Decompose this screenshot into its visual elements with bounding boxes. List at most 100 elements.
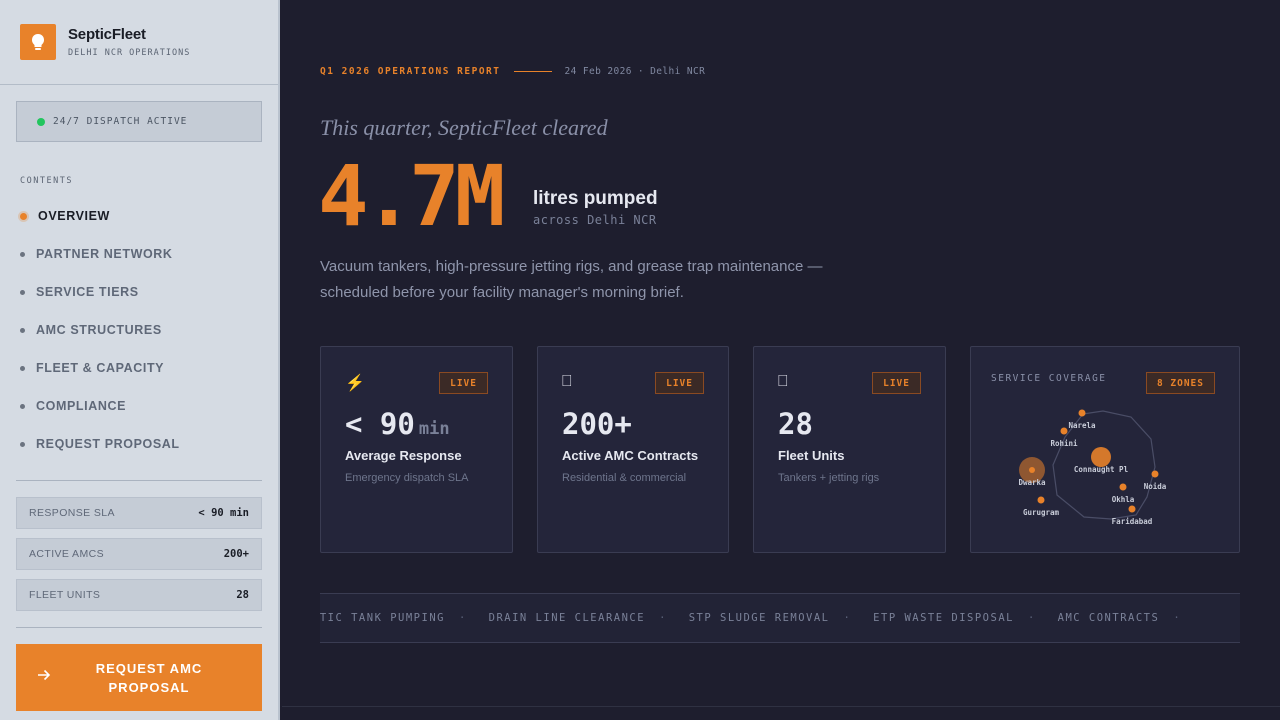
logo[interactable] [20,24,56,60]
nav-item-label: COMPLIANCE [36,399,127,413]
bulb-icon [32,34,44,50]
bullet-icon [20,441,25,447]
ticker-item: STP SLUDGE REMOVAL [688,612,830,624]
metric-unit: min [418,419,450,439]
ticker-item: PTIC TANK PUMPING [320,612,445,624]
sidebar: SepticFleet DELHI NCR OPERATIONS 24/7 DI… [0,0,280,720]
zone-marker-connaught-pl[interactable] [1091,447,1111,467]
zone-label-rohini: Rohini [1050,439,1078,448]
report-divider [513,71,552,72]
sidebar-nav: OVERVIEW PARTNER NETWORK SERVICE TIERS A… [16,197,262,463]
metric-title: Active AMC Contracts [562,448,699,463]
divider [16,627,262,628]
report-meta: 24 Feb 2026 · Delhi NCR [564,66,706,77]
brand-subtitle: DELHI NCR OPERATIONS [68,48,191,58]
report-title: Q1 2026 OPERATIONS REPORT [320,66,501,77]
nav-item-compliance[interactable]: COMPLIANCE [16,387,262,425]
metric-number: < 90 [345,407,415,441]
nav-item-overview[interactable]: OVERVIEW [16,197,262,235]
cta-label: REQUEST AMC PROPOSAL [95,660,203,695]
stat-active-amcs: ACTIVE AMCS 200+ [16,538,262,570]
stat-value: < 90 min [198,507,249,519]
zone-label-connaught-pl: Connaught Pl [1074,465,1128,474]
stat-label: RESPONSE SLA [29,507,115,519]
metric-value: 200+ [562,407,632,441]
main-content: Q1 2026 OPERATIONS REPORT 24 Feb 2026 · … [282,0,1280,720]
hero-number: 4.7M [318,147,505,245]
hero-unit: litres pumped [533,188,658,209]
service-coverage-card: SERVICE COVERAGE 8 ZONES Narela Rohini C… [970,346,1240,553]
ticker-item: AMC CONTRACTS [1057,612,1160,624]
truck-icon: ⎕ [778,373,788,390]
zone-marker-narela[interactable] [1078,409,1086,417]
zone-marker-okhla[interactable] [1119,483,1127,491]
hero-description: Vacuum tankers, high-pressure jetting ri… [320,258,823,301]
services-ticker: PTIC TANK PUMPING · DRAIN LINE CLEARANCE ·… [320,593,1240,643]
metric-subtitle: Tankers + jetting rigs [778,472,880,484]
zone-marker-noida[interactable] [1151,470,1159,478]
zone-marker-faridabad[interactable] [1128,505,1136,513]
nav-item-service-tiers[interactable]: SERVICE TIERS [16,273,262,311]
stat-value: 200+ [223,548,249,560]
metric-title: Average Response [345,448,462,463]
metric-value: 28 [778,407,813,441]
ticker-separator: · [659,612,667,624]
ticker-item: ETP WASTE DISPOSAL [873,612,1014,624]
bullet-icon [20,327,25,333]
document-icon: ⎕ [562,373,572,390]
metric-value: < 90 min [345,407,450,441]
ticker-item: DRAIN LINE CLEARANCE [488,612,646,624]
brand-header: SepticFleet DELHI NCR OPERATIONS [0,0,278,85]
zone-label-noida: Noida [1144,482,1167,491]
zone-marker-gurugram[interactable] [1037,496,1045,504]
zone-label-narela: Narela [1068,421,1096,430]
metric-subtitle: Emergency dispatch SLA [345,472,469,484]
ticker-separator: · [458,612,467,624]
quick-stats: RESPONSE SLA < 90 min ACTIVE AMCS 200+ F… [16,497,262,620]
metric-card-amc: ⎕ LIVE 200+ Active AMC Contracts Residen… [537,346,729,553]
zone-marker-rohini[interactable] [1060,427,1068,435]
divider [16,480,262,481]
hero-sub: across Delhi NCR [533,213,657,227]
bullet-icon [20,403,25,409]
zone-label-dwarka: Dwarka [1018,478,1046,487]
metric-card-fleet: ⎕ LIVE 28 Fleet Units Tankers + jetting … [753,346,946,553]
nav-item-label: SERVICE TIERS [36,285,139,299]
nav-item-request-proposal[interactable]: REQUEST PROPOSAL [16,425,262,463]
nav-item-label: FLEET & CAPACITY [36,361,165,375]
nav-item-label: OVERVIEW [38,209,110,223]
bullet-icon [20,365,25,371]
ticker-separator: · [1027,612,1036,624]
hero-intro: This quarter, SepticFleet cleared [320,115,608,140]
stat-response-sla: RESPONSE SLA < 90 min [16,497,262,529]
nav-item-amc-structures[interactable]: AMC STRUCTURES [16,311,262,349]
request-amc-proposal-button[interactable]: REQUEST AMC PROPOSAL [16,644,262,711]
nav-item-fleet-capacity[interactable]: FLEET & CAPACITY [16,349,262,387]
dispatch-status-text: 24/7 DISPATCH ACTIVE [53,116,188,127]
bullet-icon [20,212,27,220]
arrow-right-icon [36,668,52,687]
dispatch-status: 24/7 DISPATCH ACTIVE [16,101,262,142]
coverage-map: Narela Rohini Connaught Pl Dwarka Noida … [1018,409,1167,526]
stat-value: 28 [236,589,249,601]
stat-label: ACTIVE AMCS [29,548,104,560]
zone-label-gurugram: Gurugram [1023,508,1060,517]
metric-card-response: ⚡ LIVE < 90 min Average Response Emergenc… [320,346,513,553]
live-badge: LIVE [439,372,488,394]
nav-item-partner-network[interactable]: PARTNER NETWORK [16,235,262,273]
bullet-icon [20,251,25,257]
metric-subtitle: Residential & commercial [562,472,687,484]
zone-label-okhla: Okhla [1112,495,1135,504]
live-badge: LIVE [655,372,704,394]
ticker-separator: · [1173,612,1182,624]
nav-item-label: REQUEST PROPOSAL [36,437,180,451]
contents-heading: CONTENTS [20,176,73,186]
report-header: Q1 2026 OPERATIONS REPORT 24 Feb 2026 · … [320,66,705,77]
lightning-icon: ⚡ [345,375,365,392]
stat-label: FLEET UNITS [29,589,101,601]
stat-fleet-units: FLEET UNITS 28 [16,579,262,611]
ticker-separator: · [843,612,852,624]
bullet-icon [20,289,25,295]
metric-title: Fleet Units [778,448,845,463]
zone-marker-dwarka-core [1029,467,1035,473]
